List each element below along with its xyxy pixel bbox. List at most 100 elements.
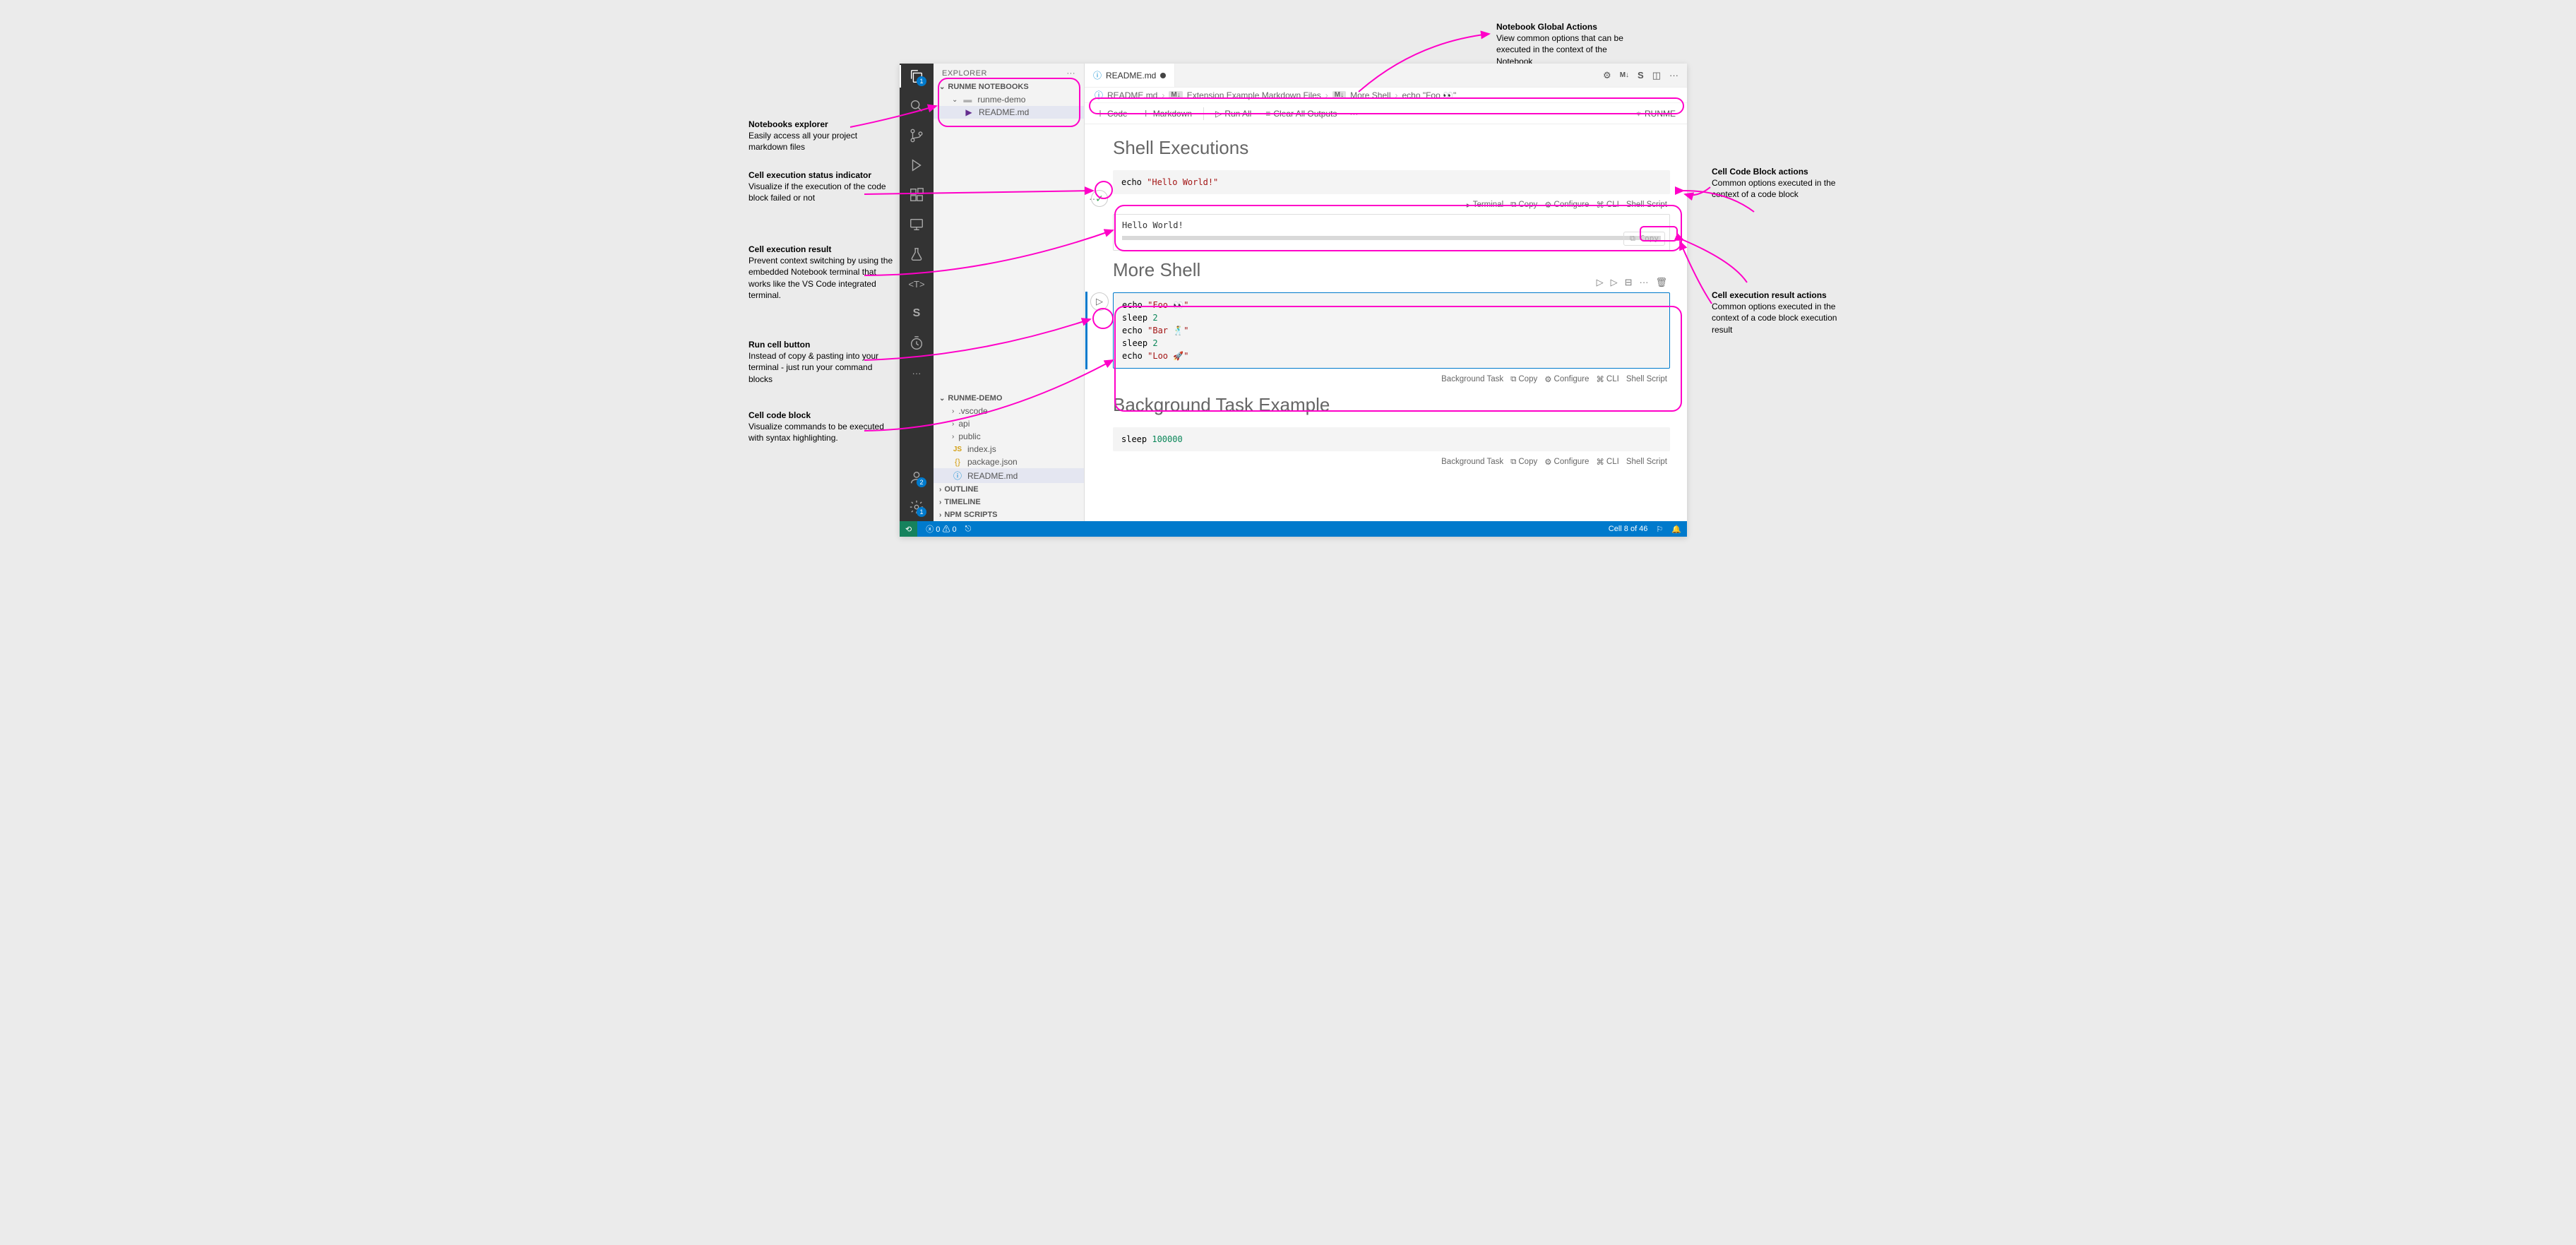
run-by-line-icon[interactable]: ▷	[1597, 277, 1604, 288]
copy-button[interactable]: ⧉ Copy	[1510, 374, 1537, 384]
notebook-content[interactable]: Shell Executions echo "Hello World!" ✓ ·…	[1085, 124, 1687, 521]
cell-2: ▷ ▷ ▷ ⊟ ··· 🗑 echo "Foo 👀" sleep 2 echo …	[1113, 292, 1670, 386]
output-text: Hello World!	[1122, 220, 1183, 230]
more-icon[interactable]: ···	[908, 364, 925, 381]
anno-resultactions: Cell execution result actions Common opt…	[1712, 290, 1839, 335]
output-collapse-icon[interactable]: ···	[1089, 193, 1099, 204]
vscode-window: 1 <T> S ··· 2 1 EXPLORER··· ⌄RUNME NOTEB…	[900, 64, 1687, 537]
tree-folder-runme-demo[interactable]: ⌄▬runme-demo	[934, 93, 1084, 106]
activity-bar: 1 <T> S ··· 2 1	[900, 64, 934, 521]
code-block[interactable]: echo "Hello World!"	[1113, 170, 1670, 194]
split-editor-icon[interactable]: ◫	[1652, 70, 1661, 81]
output-scrollbar[interactable]	[1122, 236, 1661, 240]
shell-script-label[interactable]: Shell Script	[1626, 457, 1667, 467]
remote-explorer-icon[interactable]	[908, 216, 925, 233]
explorer-icon[interactable]: 1	[908, 68, 925, 85]
cli-button[interactable]: ⌘ CLI	[1596, 200, 1618, 210]
markdown-icon: M↓	[1169, 91, 1182, 99]
add-code-button[interactable]: ＋ Code	[1090, 106, 1133, 121]
notifications-icon[interactable]: 🔔	[1671, 525, 1681, 534]
tab-label: README.md	[1106, 71, 1156, 81]
breadcrumb[interactable]: ⓘ README.md› M↓Extension Example Markdow…	[1085, 88, 1687, 103]
cli-button[interactable]: ⌘ CLI	[1596, 374, 1618, 384]
configure-button[interactable]: ⚙ Configure	[1544, 457, 1589, 467]
status-bar: ⟲ ⓧ 0 ⚠ 0 ⎋ Cell 8 of 46 ⚐ 🔔	[900, 521, 1687, 537]
anno-global: Notebook Global Actions View common opti…	[1496, 21, 1641, 67]
more-icon[interactable]: ···	[1669, 70, 1678, 81]
tree-file-readme[interactable]: ⓘREADME.md	[934, 468, 1084, 483]
section-runme-demo[interactable]: ⌄RUNME-DEMO	[934, 392, 1084, 405]
execute-above-icon[interactable]: ▷	[1611, 277, 1618, 288]
section-timeline[interactable]: ›TIMELINE	[934, 496, 1084, 508]
problems-indicator[interactable]: ⓧ 0 ⚠ 0	[926, 523, 956, 535]
anno-codeblock: Cell code block Visualize commands to be…	[749, 410, 893, 444]
run-cell-button[interactable]: ▷	[1090, 292, 1109, 311]
runme-s-icon[interactable]: S	[908, 305, 925, 322]
more-icon[interactable]: ···	[1345, 109, 1362, 119]
timer-icon[interactable]	[908, 335, 925, 352]
output-copy-button[interactable]: ⧉ Copy	[1623, 232, 1665, 246]
editor: ⓘ README.md ⚙ M↓ S ◫ ··· ⓘ README.md› M↓…	[1085, 64, 1687, 521]
section-runme-notebooks[interactable]: ⌄RUNME NOTEBOOKS	[934, 81, 1084, 93]
tree-file-package[interactable]: {}package.json	[934, 455, 1084, 468]
cell-position[interactable]: Cell 8 of 46	[1609, 525, 1648, 533]
tree-folder-api[interactable]: ›api	[934, 417, 1084, 430]
heading-more-shell: More Shell	[1113, 259, 1670, 281]
section-npm-scripts[interactable]: ›NPM SCRIPTS	[934, 508, 1084, 521]
tree-file-readme-notebook[interactable]: ▶README.md	[934, 106, 1084, 119]
modified-dot-icon	[1160, 73, 1166, 78]
testing-icon[interactable]	[908, 246, 925, 263]
tab-actions: ⚙ M↓ S ◫ ···	[1594, 64, 1687, 87]
background-task-button[interactable]: Background Task	[1441, 374, 1503, 384]
account-icon[interactable]: 2	[908, 469, 925, 486]
tree-folder-public[interactable]: ›public	[934, 430, 1084, 443]
background-task-button[interactable]: Background Task	[1441, 457, 1503, 467]
more-icon[interactable]: ···	[1639, 277, 1648, 288]
tab-readme[interactable]: ⓘ README.md	[1085, 64, 1175, 87]
source-control-icon[interactable]	[908, 127, 925, 144]
anno-result: Cell execution result Prevent context sw…	[749, 244, 893, 301]
remote-indicator[interactable]: ⟲	[900, 521, 917, 537]
info-file-icon: ⓘ	[952, 470, 963, 482]
clear-outputs-button[interactable]: ≡ Clear All Outputs	[1260, 107, 1342, 120]
shell-script-label[interactable]: Shell Script	[1626, 374, 1667, 384]
markdown-icon: M↓	[1332, 91, 1346, 99]
section-outline[interactable]: ›OUTLINE	[934, 483, 1084, 496]
cli-button[interactable]: ⌘ CLI	[1596, 457, 1618, 467]
s-icon[interactable]: S	[1638, 70, 1644, 81]
cell-footer: Background Task ⧉ Copy ⚙ Configure ⌘ CLI…	[1113, 455, 1670, 468]
feedback-icon[interactable]: ⚐	[1656, 525, 1663, 534]
shell-script-label[interactable]: Shell Script	[1626, 200, 1667, 210]
text-icon[interactable]: <T>	[908, 275, 925, 292]
terminal-button[interactable]: ▸ Terminal	[1467, 200, 1503, 210]
markdown-icon[interactable]: M↓	[1620, 71, 1629, 79]
settings-icon[interactable]: 1	[908, 499, 925, 516]
configure-button[interactable]: ⚙ Configure	[1544, 374, 1589, 384]
sidebar: EXPLORER··· ⌄RUNME NOTEBOOKS ⌄▬runme-dem…	[934, 64, 1085, 521]
kernel-selector[interactable]: ♆ RUNME	[1630, 107, 1681, 120]
anno-explorer: Notebooks explorer Easily access all you…	[749, 119, 893, 153]
copy-button[interactable]: ⧉ Copy	[1510, 457, 1537, 467]
delete-cell-icon[interactable]: 🗑	[1655, 277, 1667, 288]
code-block-active[interactable]: echo "Foo 👀" sleep 2 echo "Bar 🕺" sleep …	[1113, 292, 1670, 369]
tree-file-index[interactable]: JSindex.js	[934, 443, 1084, 455]
tab-bar: ⓘ README.md ⚙ M↓ S ◫ ···	[1085, 64, 1687, 88]
code-block[interactable]: sleep 100000	[1113, 427, 1670, 451]
add-markdown-button[interactable]: ＋ Markdown	[1136, 106, 1198, 121]
split-cell-icon[interactable]: ⊟	[1625, 277, 1633, 288]
sidebar-header: EXPLORER···	[934, 64, 1084, 81]
ports-icon[interactable]: ⎋	[965, 525, 972, 534]
run-all-button[interactable]: ▷ Run All	[1210, 107, 1257, 120]
anno-status: Cell execution status indicator Visualiz…	[749, 169, 893, 204]
notebook-toolbar: ＋ Code ＋ Markdown ▷ Run All ≡ Clear All …	[1085, 103, 1687, 124]
configure-button[interactable]: ⚙ Configure	[1544, 200, 1589, 210]
tree-folder-vscode[interactable]: ›.vscode	[934, 405, 1084, 417]
copy-button[interactable]: ⧉ Copy	[1510, 200, 1537, 210]
output-block: Hello World! ⧉ Copy	[1113, 214, 1670, 251]
extensions-icon[interactable]	[908, 186, 925, 203]
gear-icon[interactable]: ⚙	[1603, 70, 1611, 81]
folder-icon: ▬	[962, 95, 973, 105]
run-debug-icon[interactable]	[908, 157, 925, 174]
sidebar-more-icon[interactable]: ···	[1067, 69, 1076, 78]
search-icon[interactable]	[908, 97, 925, 114]
